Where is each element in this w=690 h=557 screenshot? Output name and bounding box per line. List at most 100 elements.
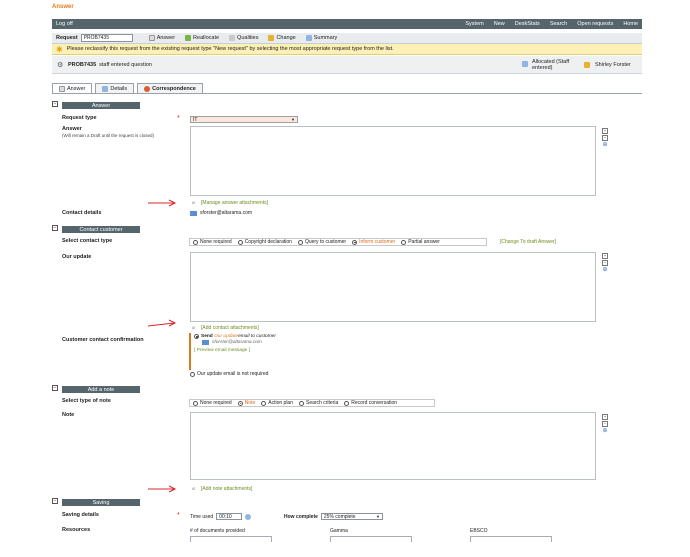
problem-id: PROB7435 [68,62,97,68]
collapse-icon[interactable]: − [602,421,608,427]
contact-confirmation-label: Customer contact confirmation [62,337,144,343]
collapse-answer-toggle[interactable]: − [52,101,58,107]
collapse-note-toggle[interactable]: − [52,385,58,391]
time-used-input[interactable]: 00:10 [216,513,243,520]
spellcheck-icon[interactable]: ⊕ [602,267,608,273]
note-option-none[interactable]: None required [193,400,232,406]
summary-tool[interactable]: Summary [305,35,337,41]
owner[interactable]: Shirley Forster [584,62,631,68]
answer-icon [148,35,155,41]
nav-open-requests[interactable]: Open requests [577,21,613,27]
saving-details-label: Saving details [62,512,99,518]
warning-text: Please reclassify this request from the … [66,46,394,52]
required-marker: * [177,115,180,122]
nav-home[interactable]: Home [623,21,638,27]
request-type-select[interactable]: IT ▼ [190,116,298,123]
contact-option-copyright[interactable]: Copyright declaration [237,239,292,245]
send-email-option[interactable]: Send Our update email to customer [194,334,295,339]
qualities-tool[interactable]: Qualities [229,35,258,41]
contact-type-label: Select contact type [62,238,113,244]
answer-editor-tools: + − ⊕ [602,128,608,149]
update-editor[interactable] [190,252,596,322]
summary-icon [305,35,312,41]
resources-label: Resources [62,527,91,533]
note-option-record[interactable]: Record conversation [344,400,397,406]
paperclip-icon: ⌀ [192,486,196,492]
top-navigation: Log off System New DeskStats Search Open… [52,19,642,29]
reallocate-icon [185,35,192,41]
nav-deskstats[interactable]: DeskStats [515,21,540,27]
details-icon [102,85,109,92]
tab-details[interactable]: Details [95,83,135,93]
tab-divider [52,93,642,94]
contact-email: sforster@altarama.com [190,210,252,216]
reallocate-tool[interactable]: Reallocate [185,35,219,41]
gear-icon[interactable]: ⚙ [57,61,63,69]
contact-confirmation-box: Send Our update email to customer sforst… [189,333,295,370]
mail-icon [190,210,197,216]
clock-icon[interactable] [245,513,252,520]
gamma-input[interactable] [330,536,412,542]
request-label: Request [56,35,78,41]
contact-option-partial[interactable]: Partial answer [401,239,440,245]
contact-details-label: Contact details [62,210,102,216]
note-option-note[interactable]: Note [237,400,255,406]
answer-section-header: Answer [62,102,140,109]
how-complete-select[interactable]: 25% complete ▼ [320,513,383,520]
expand-icon[interactable]: + [602,414,608,420]
add-note-attachments-link[interactable]: ⌀ [Add note attachments] [192,486,252,492]
expand-icon[interactable]: + [602,128,608,134]
how-complete: How complete 25% complete ▼ [284,513,383,520]
answer-note: (Will remain a Draft until the request i… [62,133,155,138]
contact-option-none[interactable]: None required [193,239,232,245]
logoff-link[interactable]: Log off [56,21,73,27]
collapse-icon[interactable]: − [602,260,608,266]
saving-section-header: Saving [62,499,140,506]
answer-label: Answer [62,126,82,132]
request-toolbar: Request PROB7435 Answer Reallocate Quali… [52,33,642,44]
nav-system[interactable]: System [465,21,483,27]
request-type-label: Request type [62,115,97,121]
request-input[interactable]: PROB7435 [80,34,133,42]
answer-editor[interactable] [190,126,596,196]
spellcheck-icon[interactable]: ⊕ [602,142,608,148]
resource-ebsco: EBSCO [470,528,488,534]
problem-header: ⚙ PROB7435 staff entered question Allocat… [52,56,642,74]
note-section-header: Add a note [62,386,140,393]
note-editor[interactable] [190,412,596,480]
required-marker: * [177,512,180,519]
nav-new[interactable]: New [494,21,505,27]
contact-option-inform[interactable]: Inform customer [352,239,395,245]
chevron-down-icon: ▼ [375,514,380,519]
ebsco-input[interactable] [470,536,552,542]
preview-email-link[interactable]: [ Preview email message ] [194,348,295,353]
note-option-search[interactable]: Search criteria [299,400,338,406]
note-option-action[interactable]: Action plan [261,400,293,406]
annotation-arrow [148,199,177,207]
answer-tool[interactable]: Answer [148,35,175,41]
resource-documents: # of documents provided [190,528,245,534]
app-brand: Answer [52,4,74,10]
expand-icon[interactable]: + [602,253,608,259]
spellcheck-icon[interactable]: ⊕ [602,428,608,434]
change-tool[interactable]: Change [268,35,296,41]
contact-option-query[interactable]: Query to customer [297,239,346,245]
to-email: sforster@altarama.com [194,340,295,345]
answer-icon [59,85,65,92]
paperclip-icon: ⌀ [192,200,196,206]
update-editor-tools: + − ⊕ [602,253,608,274]
change-to-draft-link[interactable]: [Change To draft Answer] [500,239,556,245]
collapse-contact-toggle[interactable]: − [52,225,58,231]
collapse-icon[interactable]: − [602,135,608,141]
manage-answer-attachments-link[interactable]: ⌀ [Manage answer attachments] [192,200,268,206]
documents-input[interactable] [190,536,272,542]
tab-strip: Answer Details Correspondence [52,83,206,93]
chevron-down-icon: ▼ [291,117,295,122]
no-email-option[interactable]: Our update email is not required [190,371,268,377]
add-contact-attachments-link[interactable]: ⌀ [Add contact attachments] [192,325,259,331]
note-label: Note [62,412,75,418]
collapse-saving-toggle[interactable]: − [52,498,58,504]
tab-answer[interactable]: Answer [52,83,93,93]
nav-search[interactable]: Search [550,21,567,27]
tab-correspondence[interactable]: Correspondence [137,83,203,93]
